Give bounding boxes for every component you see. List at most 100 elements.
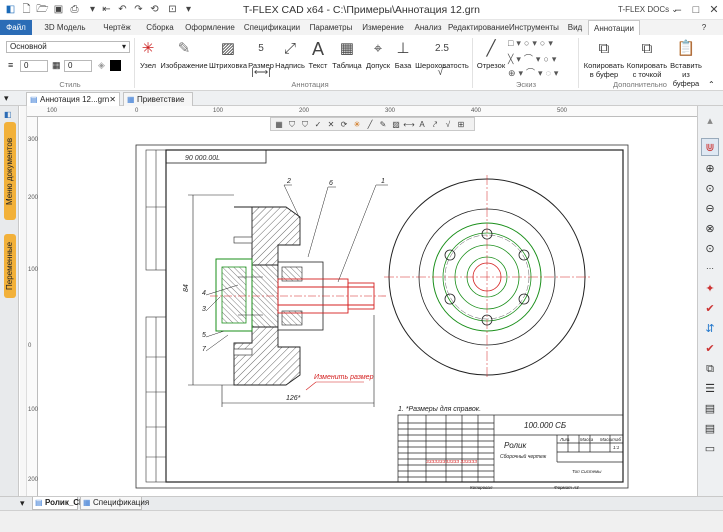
minimize-icon[interactable]: – bbox=[668, 0, 688, 20]
ribbon: Основной ▾ ≡ 0 ▦ 0 ◈ Стиль ✳ Узел ✎ Изображ… bbox=[0, 35, 723, 91]
snap-more-icon[interactable]: ⊞ bbox=[455, 119, 467, 130]
section-view bbox=[210, 206, 386, 386]
cancel-icon[interactable]: ✕ bbox=[325, 119, 337, 130]
list-icon[interactable]: ☰ bbox=[701, 380, 719, 398]
panel-pin-icon[interactable]: ◧ bbox=[4, 110, 12, 119]
hatch-button[interactable]: ▨ Штриховка bbox=[208, 37, 248, 77]
color-swatch[interactable] bbox=[110, 60, 121, 71]
validate-icon[interactable]: ✔ bbox=[701, 340, 719, 358]
callout-1: 1 bbox=[381, 178, 385, 185]
snap-text-icon[interactable]: A bbox=[416, 119, 428, 130]
pan-icon[interactable]: ⊙ bbox=[701, 240, 719, 258]
tab-edit[interactable]: Редактирование bbox=[448, 20, 509, 35]
snap-edit-icon[interactable]: ✎ bbox=[377, 119, 389, 130]
tab-specifications[interactable]: Спецификации bbox=[240, 20, 304, 35]
tab-document-annotation[interactable]: ▤ Аннотация 12...grn ✕ bbox=[26, 92, 120, 106]
measure-tool-icon[interactable]: ▭ bbox=[701, 440, 719, 458]
caption-button[interactable]: ⤢ Надпись bbox=[274, 37, 306, 77]
left-panel: ◧ Меню документов Переменные bbox=[0, 106, 19, 496]
fill-icon[interactable]: ◈ bbox=[98, 60, 105, 71]
base-button[interactable]: ⊥ База bbox=[392, 37, 414, 77]
ruler-label: 0 bbox=[135, 108, 139, 114]
node-label: Узел bbox=[140, 61, 156, 70]
confirm-icon[interactable]: ✓ bbox=[312, 119, 324, 130]
tab-view[interactable]: Вид bbox=[564, 20, 586, 35]
snap-hatch-icon[interactable]: ▨ bbox=[390, 119, 402, 130]
segment-button[interactable]: ╱ Отрезок bbox=[474, 37, 508, 77]
magnet-icon[interactable]: ⋓ bbox=[701, 138, 719, 156]
paste-from-buffer-button[interactable]: 📋 Вставить из буфера bbox=[668, 37, 704, 88]
tab-assembly[interactable]: Сборка bbox=[140, 20, 180, 35]
copy-icon: ⧉ bbox=[598, 40, 610, 57]
check-icon[interactable]: ✔ bbox=[701, 300, 719, 318]
table-button[interactable]: ▦ Таблица bbox=[330, 37, 364, 77]
sketch-tools-row2-icon[interactable]: ╳▾⌒▾○▾ bbox=[508, 52, 559, 65]
snap-dim-icon[interactable]: ⟷ bbox=[403, 119, 415, 130]
tab-measure[interactable]: Измерение bbox=[358, 20, 408, 35]
line-width-field[interactable]: 0 bbox=[20, 60, 48, 72]
snap-line-icon[interactable]: ╱ bbox=[364, 119, 376, 130]
align-icon[interactable]: ⇵ bbox=[701, 320, 719, 338]
zoom-window-icon[interactable]: ⊙ bbox=[701, 180, 719, 198]
text-icon: A bbox=[311, 39, 324, 59]
copy-with-point-button[interactable]: ⧉ Копировать с точкой bbox=[626, 37, 668, 79]
hatch-label: Штриховка bbox=[208, 61, 248, 70]
snap-roughness-icon[interactable]: √ bbox=[442, 119, 454, 130]
zoom-all-icon[interactable]: ⊗ bbox=[701, 220, 719, 238]
hatch-icon: ▨ bbox=[220, 40, 236, 57]
tab-tools[interactable]: Инструменты bbox=[506, 20, 562, 35]
title-copied: Копировал bbox=[470, 485, 493, 490]
tabs-menu-icon[interactable]: ▾ bbox=[4, 93, 9, 104]
left-stamp bbox=[145, 149, 167, 483]
zoom-in-icon[interactable]: ⊕ bbox=[701, 160, 719, 178]
zoom-out-icon[interactable]: ⊖ bbox=[701, 200, 719, 218]
tab-design[interactable]: Оформление bbox=[182, 20, 238, 35]
doc-icon[interactable]: ▤ bbox=[701, 400, 719, 418]
copy-props-icon[interactable]: ⧉ bbox=[701, 360, 719, 378]
tab-drawing[interactable]: Чертёж bbox=[96, 20, 138, 35]
scroll-up-icon[interactable]: ▴ bbox=[701, 112, 719, 130]
filter-icon[interactable]: ⛉ bbox=[286, 119, 298, 130]
collapse-ribbon-icon[interactable]: ⌃ bbox=[708, 80, 715, 89]
tolerance-button[interactable]: ⌖ Допуск bbox=[364, 37, 392, 77]
snap-node-icon[interactable]: ✳ bbox=[351, 119, 363, 130]
tab-documents-menu[interactable]: Меню документов bbox=[4, 122, 16, 220]
node-button[interactable]: ✳ Узел bbox=[136, 37, 160, 77]
tab-variables[interactable]: Переменные bbox=[4, 234, 16, 298]
text-button[interactable]: A Текст bbox=[306, 37, 330, 77]
tab-analysis[interactable]: Анализ bbox=[410, 20, 446, 35]
lower-housing bbox=[233, 326, 301, 386]
tab-welcome[interactable]: ▦ Приветствие bbox=[123, 92, 193, 106]
roughness-button[interactable]: 2.5 √‾ Шероховатость bbox=[414, 37, 470, 78]
sketch-tools-row3-icon[interactable]: ⊕▾⌒▾◌▾ bbox=[508, 66, 561, 79]
sketch-tools-row1-icon[interactable]: □▾○▾○▾ bbox=[508, 38, 556, 49]
layer-dropdown[interactable]: Основной ▾ bbox=[6, 41, 130, 53]
drawing-canvas[interactable]: 90 000.00L 84 126* 2 6 1 3 5 7 4 Изменит… bbox=[38, 117, 697, 496]
help-icon[interactable]: ? bbox=[698, 20, 710, 35]
auto-icon[interactable]: ⟳ bbox=[338, 119, 350, 130]
close-icon[interactable]: ✕ bbox=[704, 0, 723, 20]
window-title: T-FLEX CAD x64 - C:\Примеры\Аннотация 12… bbox=[243, 4, 480, 16]
page-tab-spec[interactable]: ▦ Спецификация bbox=[80, 497, 149, 510]
snap-caption-icon[interactable]: ⤤ bbox=[429, 119, 441, 130]
tab-3d-model[interactable]: 3D Модель bbox=[36, 20, 94, 35]
line-width-value: 0 bbox=[24, 61, 29, 70]
panel-splitter[interactable] bbox=[20, 106, 27, 496]
page-icon[interactable]: ▤ bbox=[701, 420, 719, 438]
copy-to-buffer-button[interactable]: ⧉ Копировать в буфер bbox=[582, 37, 626, 79]
select-filter-icon[interactable]: ▦ bbox=[273, 119, 285, 130]
page-tab-roller[interactable]: ▤ Ролик_СБ bbox=[32, 497, 85, 510]
page-menu-icon[interactable]: ▾ bbox=[20, 498, 25, 509]
close-tab-icon[interactable]: ✕ bbox=[109, 93, 116, 106]
tab-file[interactable]: Файл bbox=[0, 20, 32, 35]
draw-order-icon[interactable]: ✦ bbox=[701, 280, 719, 298]
image-button[interactable]: ✎ Изображение bbox=[160, 37, 208, 77]
tab-parameters[interactable]: Параметры bbox=[306, 20, 356, 35]
designation-top-text: 90 000.00L bbox=[185, 155, 220, 162]
pattern-field[interactable]: 0 bbox=[64, 60, 92, 72]
tab-annotations[interactable]: Аннотации bbox=[588, 20, 640, 35]
dimension-button[interactable]: 5 |⟷| Размер bbox=[248, 37, 274, 78]
grid-icon[interactable]: ⋯ bbox=[701, 260, 719, 278]
filter2-icon[interactable]: ⛉ bbox=[299, 119, 311, 130]
maximize-icon[interactable]: □ bbox=[686, 0, 706, 20]
